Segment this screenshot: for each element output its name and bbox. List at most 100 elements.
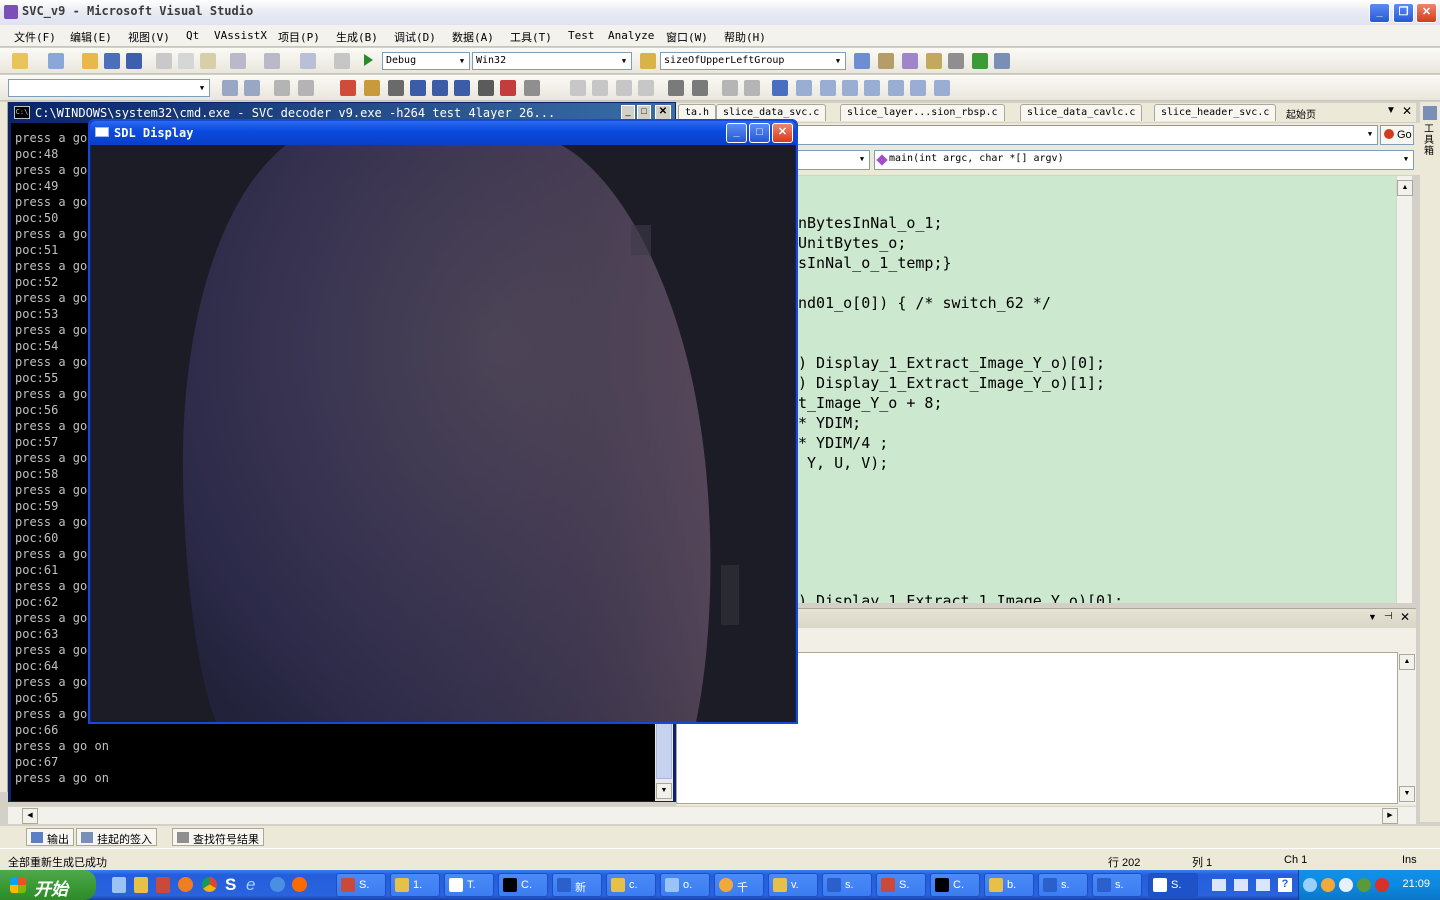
task-button[interactable]: 新 bbox=[552, 873, 602, 897]
save-all-icon[interactable] bbox=[126, 53, 142, 69]
open-corresponding-file-icon[interactable] bbox=[364, 80, 380, 96]
uncomment-icon[interactable] bbox=[744, 80, 760, 96]
object-browser-icon[interactable] bbox=[902, 53, 918, 69]
navigate-forward-icon[interactable] bbox=[334, 53, 350, 69]
menu-analyze[interactable]: Analyze bbox=[608, 29, 654, 42]
pen-icon[interactable] bbox=[1234, 879, 1248, 891]
bookmark-icon[interactable] bbox=[410, 80, 426, 96]
output-scroll-right-icon[interactable]: ▶ bbox=[1382, 808, 1398, 824]
spell-check-icon[interactable] bbox=[500, 80, 516, 96]
output-close-icon[interactable]: ✕ bbox=[1400, 610, 1410, 624]
start-button[interactable]: 开始 bbox=[0, 870, 96, 900]
antivirus-icon[interactable] bbox=[1375, 878, 1389, 892]
maximize-button[interactable]: ❐ bbox=[1393, 3, 1414, 23]
list-methods-icon[interactable] bbox=[478, 80, 494, 96]
class-combo[interactable]: ▼ bbox=[796, 150, 870, 170]
output-horizontal-scrollbar[interactable]: ▶ bbox=[676, 806, 1416, 824]
tab-find-symbol-results[interactable]: 查找符号结果 bbox=[172, 828, 264, 846]
next-bookmark-doc-icon[interactable] bbox=[910, 80, 926, 96]
browser-icon[interactable] bbox=[270, 877, 285, 892]
save-icon[interactable] bbox=[104, 53, 120, 69]
solution-configuration-combo[interactable]: Debug ▼ bbox=[382, 52, 470, 70]
menu-file[interactable]: 文件(F) bbox=[14, 29, 56, 45]
tab-start-page[interactable]: 起始页 bbox=[1280, 104, 1322, 121]
goto-definition-icon[interactable] bbox=[454, 80, 470, 96]
toolbox-icon-side[interactable] bbox=[1423, 106, 1437, 120]
task-button[interactable]: C. bbox=[930, 873, 980, 897]
paste-icon[interactable] bbox=[200, 53, 216, 69]
toolbox-side-label[interactable]: 工具箱 bbox=[1424, 124, 1436, 157]
task-button[interactable]: b. bbox=[984, 873, 1034, 897]
menu-data[interactable]: 数据(A) bbox=[452, 29, 494, 45]
close-button[interactable]: ✕ bbox=[1416, 3, 1437, 23]
undo-icon[interactable] bbox=[230, 53, 246, 69]
network-icon[interactable] bbox=[1357, 878, 1371, 892]
task-button[interactable]: o. bbox=[660, 873, 710, 897]
cmd-scroll-down-icon[interactable]: ▼ bbox=[656, 783, 672, 799]
task-button[interactable]: S. bbox=[336, 873, 386, 897]
cmd-close-button[interactable]: ✕ bbox=[655, 105, 671, 120]
task-button[interactable]: C. bbox=[498, 873, 548, 897]
task-button[interactable]: 1. bbox=[390, 873, 440, 897]
sdl-minimize-button[interactable]: _ bbox=[726, 123, 747, 143]
cmd-maximize-button[interactable]: □ bbox=[637, 105, 651, 120]
tab-slice-layer[interactable]: slice_layer...sion_rbsp.c bbox=[840, 104, 1005, 121]
task-button[interactable]: S. bbox=[876, 873, 926, 897]
open-folder-icon[interactable] bbox=[82, 53, 98, 69]
scope-combo[interactable]: ▼ bbox=[796, 125, 1378, 145]
tab-slice-data-cavlc[interactable]: slice_data_cavlc.c bbox=[1020, 104, 1143, 121]
menu-project[interactable]: 项目(P) bbox=[278, 29, 320, 45]
highlight-icon[interactable] bbox=[432, 80, 448, 96]
find-combo[interactable]: sizeOfUpperLeftGroup ▼ bbox=[660, 52, 846, 70]
comment-out-icon[interactable] bbox=[722, 80, 738, 96]
menu-vassistx[interactable]: VAssistX bbox=[214, 29, 267, 42]
menu-qt[interactable]: Qt bbox=[186, 29, 199, 42]
left-horizontal-scrollbar[interactable]: ◀ bbox=[8, 806, 676, 824]
find-in-files-icon[interactable] bbox=[640, 53, 656, 69]
internet-explorer-icon[interactable]: e bbox=[246, 875, 255, 895]
tab-slice-header-svc[interactable]: slice_header_svc.c bbox=[1154, 104, 1277, 121]
comment-icon[interactable] bbox=[524, 80, 540, 96]
task-button[interactable]: T. bbox=[444, 873, 494, 897]
function-combo[interactable]: main(int argc, char *[] argv) ▼ bbox=[874, 150, 1414, 170]
go-button[interactable]: Go bbox=[1380, 125, 1414, 145]
task-button[interactable]: c. bbox=[606, 873, 656, 897]
tab-list-dropdown-icon[interactable]: ▼ bbox=[1386, 105, 1396, 116]
edit-tool-3-icon[interactable] bbox=[616, 80, 632, 96]
media-player-icon[interactable] bbox=[292, 877, 307, 892]
quick-launch-app-icon[interactable] bbox=[134, 877, 148, 893]
vassist-open-file-icon[interactable] bbox=[222, 80, 238, 96]
menu-edit[interactable]: 编辑(E) bbox=[70, 29, 112, 45]
menu-help[interactable]: 帮助(H) bbox=[724, 29, 766, 45]
code-vertical-scrollbar[interactable]: ▲ bbox=[1396, 176, 1413, 603]
find-references-icon[interactable] bbox=[388, 80, 404, 96]
task-button-sdl-active[interactable]: S. bbox=[1148, 873, 1198, 897]
tab-pending-checkins[interactable]: 挂起的签入 bbox=[76, 828, 157, 846]
sdl-display-window[interactable]: SDL Display _ □ ✕ bbox=[88, 119, 798, 724]
close-tab-icon[interactable]: ✕ bbox=[1402, 104, 1412, 118]
menu-window[interactable]: 窗口(W) bbox=[666, 29, 708, 45]
task-button[interactable]: s. bbox=[822, 873, 872, 897]
solution-platform-combo[interactable]: Win32 ▼ bbox=[472, 52, 632, 70]
next-bookmark-icon[interactable] bbox=[820, 80, 836, 96]
decrease-indent-icon[interactable] bbox=[668, 80, 684, 96]
menu-tools[interactable]: 工具(T) bbox=[510, 29, 552, 45]
messenger-icon[interactable] bbox=[1339, 878, 1353, 892]
refactor-icon[interactable] bbox=[340, 80, 356, 96]
copy-icon[interactable] bbox=[178, 53, 194, 69]
minimize-button[interactable]: _ bbox=[1369, 3, 1390, 23]
output-vertical-scrollbar[interactable]: ▲ ▼ bbox=[1398, 652, 1416, 804]
scroll-left-icon[interactable]: ◀ bbox=[22, 808, 38, 824]
cmd-scroll-thumb[interactable] bbox=[656, 723, 672, 779]
tray-back-icon[interactable] bbox=[1303, 878, 1317, 892]
solution-explorer-icon[interactable] bbox=[854, 53, 870, 69]
sdl-title-bar[interactable]: SDL Display bbox=[90, 121, 796, 145]
start-page-icon[interactable] bbox=[972, 53, 988, 69]
add-item-icon[interactable] bbox=[48, 53, 64, 69]
increase-indent-icon[interactable] bbox=[692, 80, 708, 96]
command-window-icon[interactable] bbox=[994, 53, 1010, 69]
tab-output[interactable]: 输出 bbox=[26, 828, 74, 846]
cut-icon[interactable] bbox=[156, 53, 172, 69]
forward-icon[interactable] bbox=[298, 80, 314, 96]
vassist-symbol-icon[interactable] bbox=[244, 80, 260, 96]
